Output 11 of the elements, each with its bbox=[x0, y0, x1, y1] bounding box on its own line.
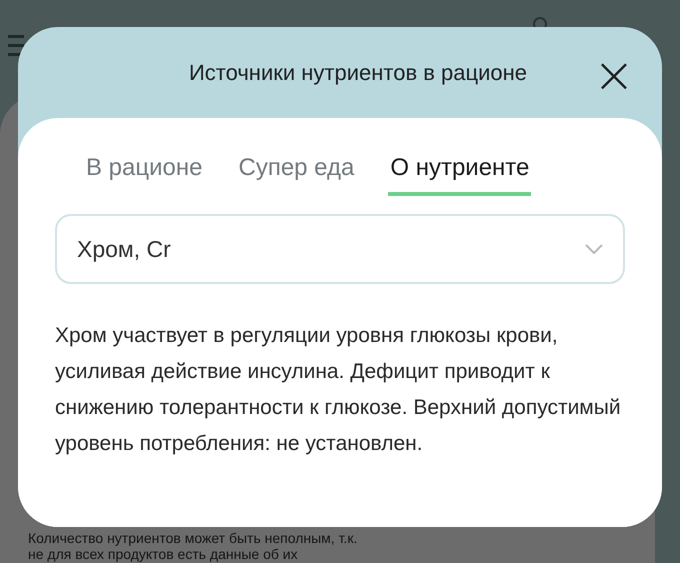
tab[interactable]: В рационе bbox=[84, 154, 204, 196]
tab[interactable]: Супер еда bbox=[236, 154, 356, 196]
tab[interactable]: О нутриенте bbox=[388, 154, 532, 196]
nutrient-description: Хром участвует в регуляции уровня глюкозы крови, усиливая действие инсулина. Дефицит приводит к снижению толерантности к глюкозе. Верхний допустимый уровень потребления: не установлен. bbox=[55, 323, 622, 457]
nutrient-dropdown[interactable]: Хром, Cr bbox=[55, 214, 625, 284]
dialog-title: Источники нутриентов в рационе bbox=[188, 60, 528, 86]
chevron-down-icon bbox=[585, 244, 603, 254]
menu-icon[interactable] bbox=[8, 33, 24, 57]
close-button[interactable]: × bbox=[592, 53, 636, 97]
notice-text: Количество нутриентов может быть неполным, т.к. bbox=[28, 530, 358, 546]
notice-text: не для всех продуктов есть данные об их bbox=[28, 546, 299, 562]
